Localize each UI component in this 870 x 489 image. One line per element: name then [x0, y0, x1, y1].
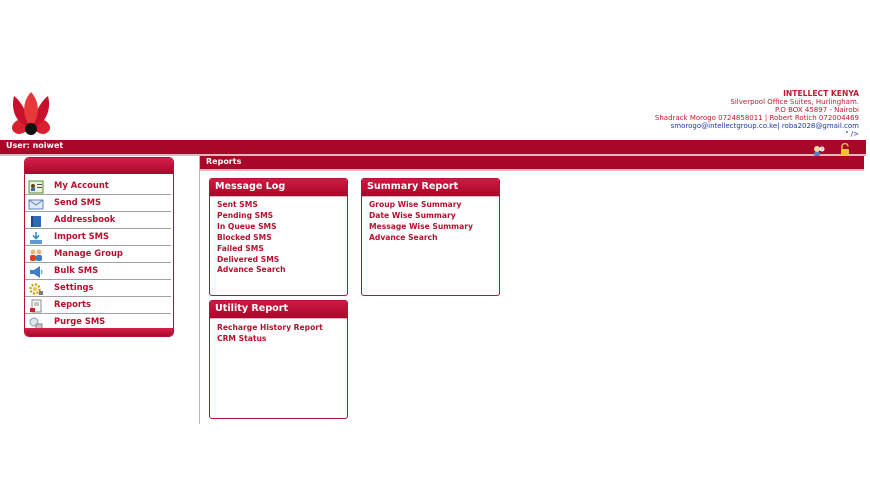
- link-crm-status[interactable]: CRM Status: [217, 334, 323, 345]
- panel-header: Message Log: [210, 179, 347, 197]
- link-pending-sms[interactable]: Pending SMS: [217, 211, 286, 222]
- company-emails: smorogo@intellectgroup.co.ke| roba2028@g…: [670, 122, 859, 131]
- company-address-line1: Silverpool Office Suites, Hurlingham.: [730, 98, 859, 107]
- link-in-queue-sms[interactable]: In Queue SMS: [217, 222, 286, 233]
- link-advance-search[interactable]: Advance Search: [217, 265, 286, 276]
- sidebar-item-my-account[interactable]: My Account: [25, 178, 171, 195]
- help-user-icon[interactable]: ?: [813, 141, 825, 156]
- sidebar-item-addressbook[interactable]: Addressbook: [25, 212, 171, 229]
- sidebar-item-label: Addressbook: [54, 214, 116, 224]
- message-log-panel: Message Log Sent SMS Pending SMS In Queu…: [209, 178, 348, 296]
- user-bar: User: noiwet ?: [0, 140, 866, 156]
- summary-report-panel: Summary Report Group Wise Summary Date W…: [361, 178, 500, 296]
- sidebar-item-reports[interactable]: Reports: [25, 297, 171, 314]
- import-icon: [28, 230, 44, 244]
- link-blocked-sms[interactable]: Blocked SMS: [217, 233, 286, 244]
- sidebar-item-manage-group[interactable]: Manage Group: [25, 246, 171, 263]
- panel-header: Summary Report: [362, 179, 499, 197]
- sidebar-item-send-sms[interactable]: Send SMS: [25, 195, 171, 212]
- sidebar-item-label: Purge SMS: [54, 316, 106, 326]
- sidebar-item-label: Import SMS: [54, 231, 110, 241]
- message-log-title: Message Log: [215, 181, 286, 192]
- megaphone-icon: [28, 264, 44, 278]
- summary-report-title: Summary Report: [367, 181, 459, 192]
- link-failed-sms[interactable]: Failed SMS: [217, 244, 286, 255]
- sidebar-item-label: Settings: [54, 282, 94, 292]
- content-divider: [199, 156, 200, 424]
- book-icon: [28, 213, 44, 227]
- link-group-wise-summary[interactable]: Group Wise Summary: [369, 200, 473, 211]
- group-icon: [28, 247, 44, 261]
- company-info: INTELLECT KENYA Silverpool Office Suites…: [654, 89, 859, 139]
- link-date-wise-summary[interactable]: Date Wise Summary: [369, 211, 473, 222]
- sidebar-item-settings[interactable]: Settings: [25, 280, 171, 297]
- utility-report-panel: Utility Report Recharge History Report C…: [209, 300, 348, 419]
- sidebar-item-label: Send SMS: [54, 197, 101, 207]
- panel-header: Utility Report: [210, 301, 347, 319]
- sidebar-item-import-sms[interactable]: Import SMS: [25, 229, 171, 246]
- report-icon: [28, 298, 44, 313]
- link-sent-sms[interactable]: Sent SMS: [217, 200, 286, 211]
- sidebar-footer: [25, 328, 173, 336]
- company-name: INTELLECT KENYA: [783, 89, 859, 98]
- message-log-links: Sent SMS Pending SMS In Queue SMS Blocke…: [217, 200, 286, 276]
- company-contacts: Shadrack Morogo 0724858011 | Robert Roti…: [654, 114, 859, 123]
- link-recharge-history-report[interactable]: Recharge History Report: [217, 323, 323, 334]
- sidebar-item-label: Bulk SMS: [54, 265, 99, 275]
- summary-report-links: Group Wise Summary Date Wise Summary Mes…: [369, 200, 473, 244]
- link-delivered-sms[interactable]: Delivered SMS: [217, 255, 286, 266]
- sidebar-menu: My Account Send SMS Addressbook Import S…: [24, 157, 174, 337]
- link-message-wise-summary[interactable]: Message Wise Summary: [369, 222, 473, 233]
- utility-report-links: Recharge History Report CRM Status: [217, 323, 323, 345]
- envelope-icon: [28, 196, 44, 210]
- user-label: User: noiwet: [6, 141, 64, 150]
- sidebar-item-label: Reports: [54, 299, 91, 309]
- link-advance-search[interactable]: Advance Search: [369, 233, 473, 244]
- gear-icon: [28, 281, 44, 295]
- logout-lock-icon[interactable]: [839, 140, 851, 155]
- sidebar-header: [25, 158, 173, 174]
- company-logo: [8, 90, 54, 138]
- stray-markup-text: " />: [845, 130, 859, 139]
- sidebar-item-label: My Account: [54, 180, 109, 190]
- utility-report-title: Utility Report: [215, 303, 289, 314]
- purge-icon: [28, 315, 44, 330]
- company-address-line2: P.O BOX 45897 - Nairobi: [775, 106, 859, 115]
- content-header-bar: Reports: [200, 156, 864, 171]
- sidebar-item-bulk-sms[interactable]: Bulk SMS: [25, 263, 171, 280]
- page-title: Reports: [206, 157, 242, 166]
- account-card-icon: [28, 179, 44, 194]
- sidebar-item-label: Manage Group: [54, 248, 123, 258]
